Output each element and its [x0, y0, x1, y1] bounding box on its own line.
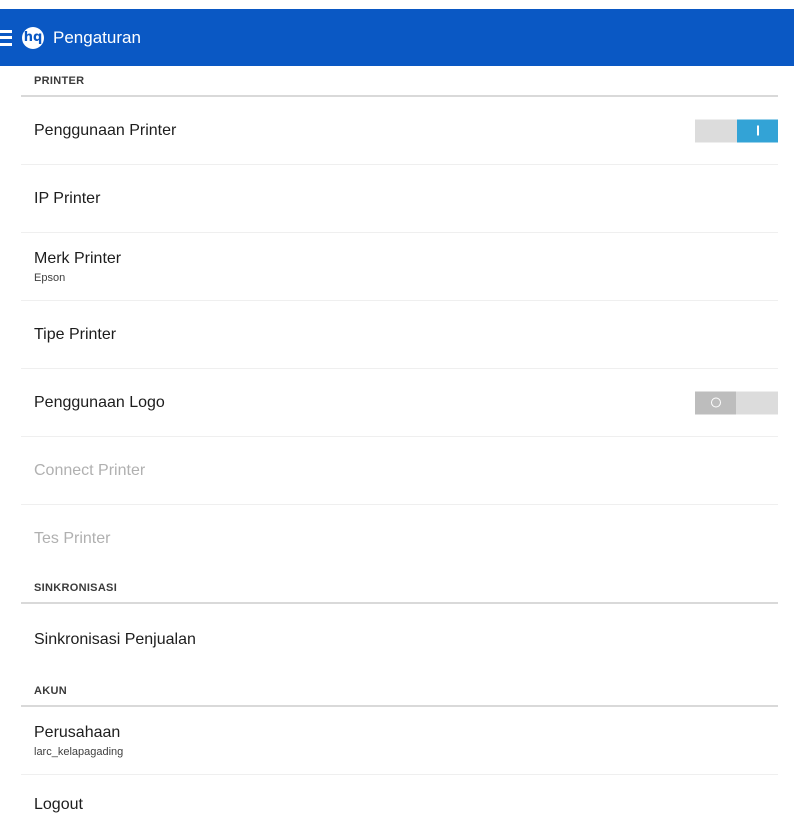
setting-logout[interactable]: Logout	[21, 775, 778, 835]
setting-label: Merk Printer	[34, 249, 122, 267]
page-title: Pengaturan	[53, 27, 141, 47]
toggle-knob	[737, 119, 778, 142]
setting-label: Tes Printer	[34, 530, 111, 547]
setting-logo-usage[interactable]: Penggunaan Logo	[21, 369, 778, 437]
status-strip	[0, 0, 794, 9]
setting-label: Penggunaan Printer	[34, 121, 177, 139]
setting-value: larc_kelapagading	[34, 745, 124, 758]
printer-usage-toggle[interactable]	[695, 119, 778, 142]
toggle-knob	[695, 391, 736, 414]
setting-label: Tipe Printer	[34, 325, 117, 343]
setting-label: Perusahaan	[34, 723, 121, 741]
setting-label: IP Printer	[34, 189, 101, 207]
setting-label: Penggunaan Logo	[34, 393, 165, 411]
section-header-account: AKUN	[21, 676, 778, 707]
setting-printer-type[interactable]: Tipe Printer	[21, 301, 778, 369]
section-header-printer: PRINTER	[21, 66, 778, 97]
menu-icon[interactable]	[0, 29, 18, 46]
setting-sync-sales[interactable]: Sinkronisasi Penjualan	[21, 604, 778, 676]
logo-usage-toggle[interactable]	[695, 391, 778, 414]
setting-label: Connect Printer	[34, 461, 146, 479]
setting-company[interactable]: Perusahaan larc_kelapagading	[21, 707, 778, 775]
app-logo-icon[interactable]: hq	[22, 26, 44, 49]
settings-list: PRINTER Penggunaan Printer IP Printer Me…	[21, 66, 778, 835]
setting-ip-printer[interactable]: IP Printer	[21, 165, 778, 233]
setting-test-printer: Tes Printer	[21, 505, 778, 573]
setting-printer-brand[interactable]: Merk Printer Epson	[21, 233, 778, 301]
section-header-sync: SINKRONISASI	[21, 573, 778, 604]
setting-label: Sinkronisasi Penjualan	[34, 631, 196, 648]
setting-value: Epson	[34, 271, 66, 284]
action-bar: hq Pengaturan	[0, 9, 794, 66]
setting-label: Logout	[34, 796, 83, 813]
setting-connect-printer: Connect Printer	[21, 437, 778, 505]
setting-printer-usage[interactable]: Penggunaan Printer	[21, 97, 778, 165]
